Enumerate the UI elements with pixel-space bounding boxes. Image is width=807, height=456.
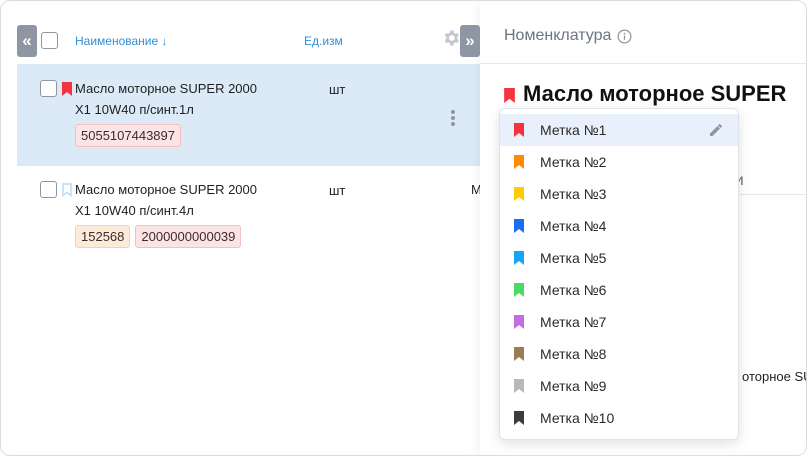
label-menu-item-1[interactable]: Метка №1 — [500, 114, 738, 146]
row-unit: шт — [329, 183, 346, 198]
row-name-line1: Масло моторное SUPER 2000 — [75, 182, 257, 197]
label-menu-item-9[interactable]: Метка №9 — [500, 370, 738, 402]
info-icon[interactable] — [617, 29, 632, 44]
flag-icon — [514, 379, 524, 393]
label-menu-item-6[interactable]: Метка №6 — [500, 274, 738, 306]
expand-panel-button[interactable]: » — [460, 25, 480, 57]
flag-icon — [514, 315, 524, 329]
label-menu-item-7[interactable]: Метка №7 — [500, 306, 738, 338]
label-menu-item-label: Метка №6 — [540, 282, 607, 298]
field-text-fragment: оторное SUF — [742, 369, 806, 384]
panel-divider — [480, 63, 806, 64]
label-dropdown-menu: Метка №1 Метка №2 Метка №3 Метка №4 Метк… — [499, 108, 739, 440]
label-menu-item-2[interactable]: Метка №2 — [500, 146, 738, 178]
label-menu-item-4[interactable]: Метка №4 — [500, 210, 738, 242]
flag-icon — [514, 219, 524, 233]
collapse-left-button[interactable]: « — [17, 25, 37, 57]
row-unit: шт — [329, 82, 346, 97]
label-menu-item-5[interactable]: Метка №5 — [500, 242, 738, 274]
label-menu-item-label: Метка №8 — [540, 346, 607, 362]
label-menu-item-label: Метка №7 — [540, 314, 607, 330]
row-checkbox[interactable] — [40, 80, 57, 97]
flag-icon — [514, 283, 524, 297]
label-menu-item-label: Метка №2 — [540, 154, 607, 170]
row-name-line2: X1 10W40 п/синт.4л — [75, 203, 194, 218]
pencil-icon[interactable] — [708, 122, 724, 138]
bookmark-outline-icon[interactable] — [62, 183, 72, 197]
item-title: Масло моторное SUPER — [523, 81, 787, 106]
flag-icon — [514, 155, 524, 169]
label-menu-item-label: Метка №4 — [540, 218, 607, 234]
row-menu-icon[interactable] — [451, 110, 455, 128]
label-menu-item-label: Метка №5 — [540, 250, 607, 266]
app-frame: « Наименование ↓ Ед.изм Масло моторное S… — [0, 0, 807, 456]
table-row[interactable]: Масло моторное SUPER 2000 X1 10W40 п/син… — [17, 166, 487, 266]
label-menu-item-label: Метка №1 — [540, 122, 607, 138]
article-tag: 152568 — [75, 225, 131, 248]
select-all-checkbox[interactable] — [41, 32, 58, 49]
barcode-tag: 5055107443897 — [75, 124, 181, 147]
label-menu-item-8[interactable]: Метка №8 — [500, 338, 738, 370]
item-bookmark-icon[interactable] — [504, 88, 515, 103]
flag-icon — [514, 187, 524, 201]
flag-icon — [514, 123, 524, 137]
gear-icon[interactable] — [441, 28, 461, 48]
label-menu-item-label: Метка №3 — [540, 186, 607, 202]
column-header-name[interactable]: Наименование ↓ — [75, 34, 168, 48]
row-name-line2: X1 10W40 п/синт.1л — [75, 102, 194, 117]
column-header-unit[interactable]: Ед.изм — [304, 34, 343, 48]
label-menu-item-label: Метка №10 — [540, 410, 615, 426]
flag-icon — [514, 411, 524, 425]
flag-icon — [514, 347, 524, 361]
barcode-tag: 2000000000039 — [135, 225, 242, 248]
row-name-line1: Масло моторное SUPER 2000 — [75, 81, 257, 96]
panel-title: Номенклатура — [504, 27, 612, 44]
label-menu-item-3[interactable]: Метка №3 — [500, 178, 738, 210]
label-menu-item-10[interactable]: Метка №10 — [500, 402, 738, 434]
table-row[interactable]: Масло моторное SUPER 2000 X1 10W40 п/син… — [17, 64, 487, 166]
label-menu-item-label: Метка №9 — [540, 378, 607, 394]
flag-icon — [514, 251, 524, 265]
bookmark-flag-icon[interactable] — [62, 82, 72, 96]
row-checkbox[interactable] — [40, 181, 57, 198]
